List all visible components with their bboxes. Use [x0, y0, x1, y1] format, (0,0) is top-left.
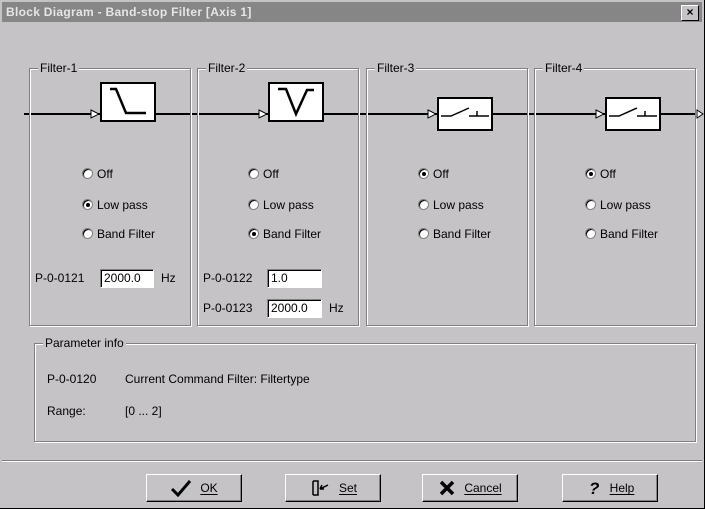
filter-3-label: Filter-3	[375, 61, 417, 75]
filter-2-radio-off[interactable]: Off	[248, 166, 279, 182]
dialog-window: Block Diagram - Band-stop Filter [Axis 1…	[0, 0, 705, 509]
parameter-info-range-label: Range:	[47, 404, 86, 418]
cancel-x-icon	[440, 480, 455, 496]
filter-1-radio-low-pass[interactable]: Low pass	[82, 197, 148, 213]
filter-3-radio-low-pass[interactable]: Low pass	[418, 197, 484, 213]
set-button-label: Set	[338, 481, 357, 495]
filter-2-label: Filter-2	[206, 61, 248, 75]
cancel-button[interactable]: Cancel	[422, 474, 518, 502]
param-p-0-0123-input[interactable]: 2000.0	[267, 299, 322, 318]
help-button[interactable]: ? Help	[562, 474, 658, 502]
radio-button-icon	[248, 199, 259, 210]
parameter-info-description: Current Command Filter: Filtertype	[125, 372, 310, 386]
filter-4-radio-low-pass[interactable]: Low pass	[585, 197, 651, 213]
arrow-marker-icon	[90, 109, 100, 119]
ok-button[interactable]: OK	[146, 474, 242, 502]
radio-button-icon	[82, 228, 93, 239]
param-p-0-0121-unit: Hz	[161, 271, 176, 285]
radio-button-icon	[585, 168, 596, 179]
filter-3-radio-off[interactable]: Off	[418, 166, 449, 182]
bypass-switch-icon	[605, 97, 661, 131]
set-parameter-icon	[312, 480, 329, 496]
radio-button-icon	[82, 199, 93, 210]
filter-2-radio-low-pass[interactable]: Low pass	[248, 197, 314, 213]
title-bar[interactable]: Block Diagram - Band-stop Filter [Axis 1…	[2, 2, 702, 22]
bypass-switch-icon	[437, 97, 493, 131]
window-title: Block Diagram - Band-stop Filter [Axis 1…	[6, 5, 252, 19]
filter-3-radio-band-filter[interactable]: Band Filter	[418, 226, 491, 242]
param-p-0-0122-input[interactable]: 1.0	[267, 269, 322, 288]
filter-1-radio-band-filter[interactable]: Band Filter	[82, 226, 155, 242]
ok-button-label: OK	[200, 481, 218, 495]
cancel-button-label: Cancel	[464, 481, 502, 495]
svg-text:?: ?	[589, 479, 600, 497]
radio-button-icon	[585, 199, 596, 210]
close-button[interactable]: ×	[681, 5, 699, 21]
parameter-info-group: Parameter info	[34, 336, 696, 442]
radio-button-icon	[248, 168, 259, 179]
radio-button-icon	[418, 199, 429, 210]
param-p-0-0121-input[interactable]: 2000.0	[100, 269, 154, 288]
parameter-info-label: Parameter info	[43, 336, 126, 350]
button-area-divider	[2, 460, 702, 462]
help-button-label: Help	[609, 481, 635, 495]
question-mark-icon: ?	[589, 479, 600, 497]
param-p-0-0123-label: P-0-0123	[203, 301, 253, 315]
radio-button-icon	[418, 228, 429, 239]
param-p-0-0123-unit: Hz	[329, 301, 344, 315]
low-pass-response-icon	[100, 82, 156, 122]
parameter-info-range-value: [0 ... 2]	[125, 404, 162, 418]
param-p-0-0121-label: P-0-0121	[35, 271, 85, 285]
filter-1-label: Filter-1	[38, 61, 80, 75]
param-p-0-0122-label: P-0-0122	[203, 271, 253, 285]
filter-4-radio-band-filter[interactable]: Band Filter	[585, 226, 658, 242]
filter-2-radio-band-filter[interactable]: Band Filter	[248, 226, 321, 242]
filter-1-radio-off[interactable]: Off	[82, 166, 113, 182]
radio-button-icon	[585, 228, 596, 239]
radio-button-icon	[248, 228, 259, 239]
radio-button-icon	[82, 168, 93, 179]
arrow-marker-icon	[595, 109, 605, 119]
parameter-info-id: P-0-0120	[47, 372, 97, 386]
set-button[interactable]: Set	[285, 474, 381, 502]
checkmark-icon	[171, 480, 192, 497]
output-arrow-icon	[696, 109, 704, 119]
arrow-marker-icon	[427, 109, 437, 119]
band-stop-response-icon	[268, 82, 324, 122]
arrow-marker-icon	[258, 109, 268, 119]
filter-4-radio-off[interactable]: Off	[585, 166, 616, 182]
radio-button-icon	[418, 168, 429, 179]
filter-4-label: Filter-4	[543, 61, 585, 75]
